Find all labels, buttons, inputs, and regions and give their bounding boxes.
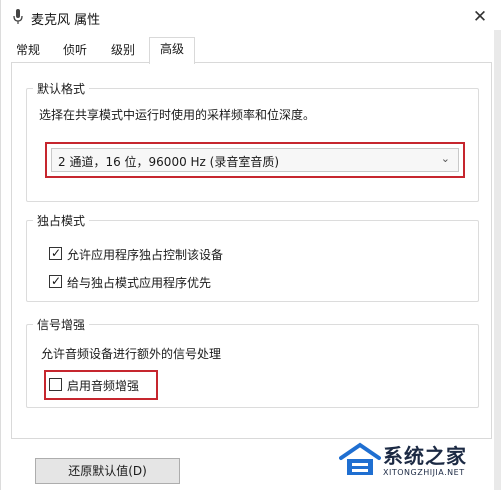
- allow-exclusive-label: 允许应用程序独占控制该设备: [67, 248, 224, 262]
- signal-enhance-description: 允许音频设备进行额外的信号处理: [41, 347, 222, 361]
- properties-window: 麦克风 属性 ✕ 常规 侦听 级别 高级 默认格式 选择在共享模式中运行时使用的…: [0, 0, 501, 490]
- highlight-box: [45, 142, 465, 178]
- window-title: 麦克风 属性: [31, 13, 101, 28]
- tab-advanced[interactable]: 高级: [149, 37, 195, 64]
- signal-enhance-group: 信号增强 允许音频设备进行额外的信号处理 启用音频增强: [26, 316, 479, 408]
- highlight-box: [44, 370, 158, 400]
- default-format-description: 选择在共享模式中运行时使用的采样频率和位深度。: [39, 108, 316, 122]
- signal-enhance-legend: 信号增强: [33, 316, 90, 333]
- check-icon: ✓: [51, 274, 62, 288]
- house-logo-icon: [339, 442, 381, 475]
- tab-general[interactable]: 常规: [11, 39, 45, 63]
- microphone-icon: [13, 9, 23, 24]
- close-icon: ✕: [472, 7, 488, 27]
- watermark-name: 系统之家: [383, 444, 467, 468]
- tab-levels[interactable]: 级别: [103, 39, 143, 63]
- checkbox-box: ✓: [49, 246, 62, 260]
- default-format-group: 默认格式 选择在共享模式中运行时使用的采样频率和位深度。 2 通道，16 位，9…: [26, 80, 479, 202]
- exclusive-mode-group: 独占模式 ✓ 允许应用程序独占控制该设备 ✓ 给与独占模式应用程序优先: [26, 212, 479, 302]
- checkbox-box: ✓: [49, 274, 62, 288]
- title-bar: 麦克风 属性 ✕: [1, 0, 501, 34]
- watermark-logo: 系统之家 XITONGZHIJIA.NET: [339, 438, 499, 484]
- tab-bar: 常规 侦听 级别 高级: [11, 37, 492, 64]
- close-button[interactable]: ✕: [469, 6, 491, 28]
- allow-exclusive-checkbox[interactable]: ✓ 允许应用程序独占控制该设备: [49, 246, 249, 262]
- advanced-panel: 默认格式 选择在共享模式中运行时使用的采样频率和位深度。 2 通道，16 位，9…: [11, 62, 492, 439]
- default-format-legend: 默认格式: [33, 80, 90, 97]
- check-icon: ✓: [51, 246, 62, 260]
- watermark-url: XITONGZHIJIA.NET: [383, 468, 465, 477]
- exclusive-priority-checkbox[interactable]: ✓ 给与独占模式应用程序优先: [49, 274, 249, 290]
- exclusive-mode-legend: 独占模式: [33, 212, 90, 229]
- exclusive-priority-label: 给与独占模式应用程序优先: [67, 276, 212, 290]
- tab-listen[interactable]: 侦听: [55, 39, 95, 63]
- restore-default-button[interactable]: 还原默认值(D): [35, 458, 180, 484]
- window-edge: [494, 30, 501, 490]
